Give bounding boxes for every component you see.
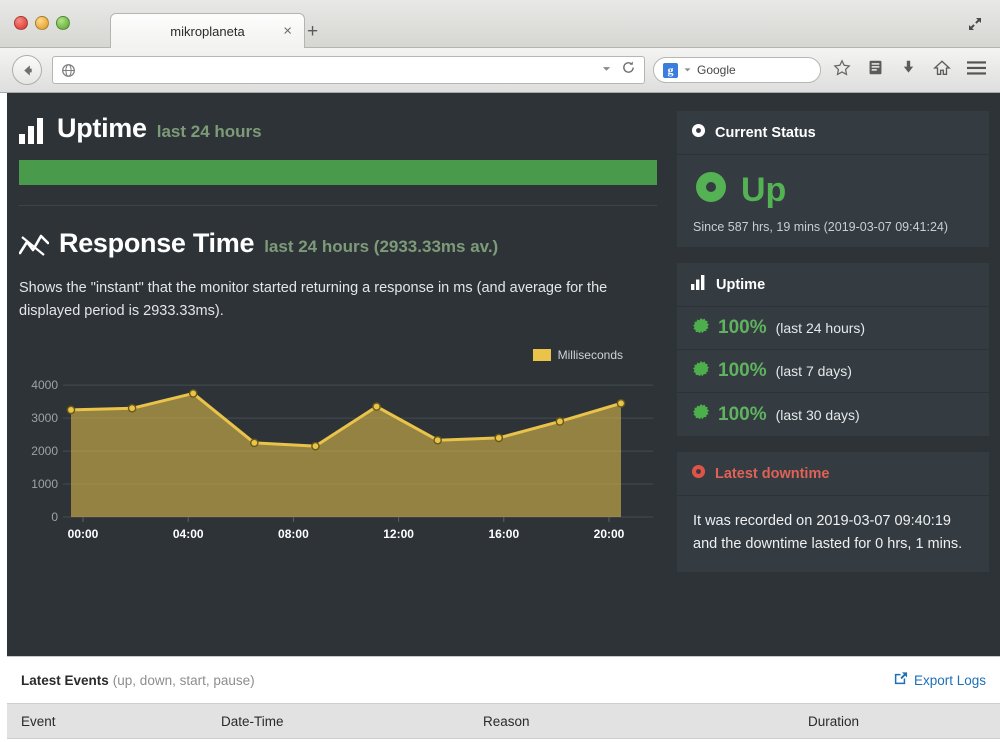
response-time-heading: Response Time last 24 hours (2933.33ms a… — [19, 228, 669, 259]
search-placeholder: Google — [697, 63, 736, 77]
uptime-row: 100% (last 30 days) — [677, 393, 989, 436]
browser-tab[interactable]: mikroplaneta × — [110, 13, 305, 48]
status-value: Up — [741, 170, 787, 209]
uptime-title: Uptime — [57, 113, 147, 143]
svg-text:16:00: 16:00 — [488, 527, 519, 541]
svg-text:3000: 3000 — [31, 411, 58, 425]
starburst-icon — [693, 317, 709, 339]
column-header-date-time[interactable]: Date-Time — [207, 714, 469, 729]
tab-title: mikroplaneta — [170, 23, 245, 39]
reader-list-icon[interactable] — [867, 59, 884, 81]
starburst-icon — [693, 404, 709, 425]
starburst-icon — [693, 360, 709, 382]
toolbar-icons — [833, 58, 986, 82]
back-arrow-icon[interactable] — [12, 55, 42, 85]
latest-downtime-title: Latest downtime — [715, 465, 830, 482]
window-controls — [14, 16, 70, 30]
dashboard: Uptime last 24 hours Response Time last … — [7, 93, 1000, 656]
bar-chart-icon — [691, 274, 707, 295]
uptime-panel: Uptime 100% (last 24 hours) 100% (last 7… — [677, 263, 989, 436]
uptime-percent: 100% — [718, 403, 767, 425]
latest-events-label: Latest Events — [21, 672, 109, 688]
latest-events-section: Latest Events (up, down, start, pause) Ex… — [7, 656, 1000, 742]
star-icon[interactable] — [833, 58, 851, 82]
uptime-heading: Uptime last 24 hours — [19, 113, 669, 144]
download-arrow-icon[interactable] — [900, 59, 917, 81]
uptime-period: (last 30 days) — [775, 406, 860, 423]
export-logs-button[interactable]: Export Logs — [893, 671, 986, 689]
globe-icon — [61, 63, 76, 78]
uptime-row: 100% (last 7 days) — [677, 350, 989, 393]
main-column: Uptime last 24 hours Response Time last … — [19, 113, 669, 549]
column-header-reason[interactable]: Reason — [469, 714, 794, 729]
record-circle-icon — [691, 123, 706, 143]
svg-text:2000: 2000 — [31, 444, 58, 458]
latest-events-header: Latest Events (up, down, start, pause) Ex… — [7, 657, 1000, 703]
google-logo-icon: g — [663, 62, 678, 78]
latest-downtime-body: It was recorded on 2019-03-07 09:40:19 a… — [693, 513, 963, 553]
svg-text:0: 0 — [51, 510, 58, 524]
current-status-header: Current Status — [677, 111, 989, 155]
status-row: Up — [693, 169, 973, 210]
address-bar-actions — [601, 60, 636, 80]
svg-text:12:00: 12:00 — [383, 527, 414, 541]
chevron-down-icon[interactable] — [601, 61, 612, 79]
status-since: Since 587 hrs, 19 mins (2019-03-07 09:41… — [693, 220, 949, 234]
response-time-description: Shows the "instant" that the monitor sta… — [19, 280, 608, 320]
close-window-button[interactable] — [14, 16, 28, 30]
page-content: Uptime last 24 hours Response Time last … — [0, 93, 1000, 742]
chart-canvas: 0 1000 2000 3000 4000 00:00 04:00 08:00 12:00 16:… — [31, 378, 653, 541]
svg-text:4000: 4000 — [31, 378, 58, 392]
uptime-subtitle: last 24 hours — [156, 122, 262, 141]
chevron-down-icon[interactable] — [683, 61, 692, 79]
svg-text:08:00: 08:00 — [278, 527, 309, 541]
svg-text:04:00: 04:00 — [173, 527, 204, 541]
new-tab-button[interactable]: + — [307, 22, 318, 41]
bar-chart-icon — [19, 118, 47, 144]
uptime-panel-title: Uptime — [716, 276, 766, 293]
current-status-panel: Current Status Up Since 587 hrs, 19 mins… — [677, 111, 989, 247]
external-link-icon — [893, 671, 908, 689]
uptime-percent: 100% — [718, 360, 767, 381]
latest-events-hint: (up, down, start, pause) — [112, 672, 255, 688]
latest-downtime-panel: Latest downtime It was recorded on 2019-… — [677, 452, 989, 573]
svg-text:00:00: 00:00 — [68, 527, 99, 541]
navigation-toolbar: g Google — [0, 48, 1000, 93]
line-chart-icon — [19, 233, 49, 259]
current-status-title: Current Status — [715, 124, 816, 141]
uptime-percent: 100% — [718, 317, 767, 338]
sidebar: Current Status Up Since 587 hrs, 19 mins… — [677, 111, 989, 588]
column-header-duration[interactable]: Duration — [794, 714, 994, 729]
uptime-row: 100% (last 24 hours) — [677, 307, 989, 350]
uptime-progress-bar — [19, 160, 657, 185]
response-time-chart: Milliseconds 0 1000 2000 3000 4000 00:00 04:00… — [19, 344, 659, 549]
latest-events-title: Latest Events (up, down, start, pause) — [21, 673, 255, 688]
maximize-icon[interactable] — [962, 11, 988, 37]
svg-text:1000: 1000 — [31, 477, 58, 491]
home-icon[interactable] — [933, 59, 951, 82]
browser-window: mikroplaneta × + g Google Uptime last 24… — [0, 0, 1000, 742]
reload-icon[interactable] — [621, 60, 636, 80]
column-header-event[interactable]: Event — [7, 714, 207, 729]
response-time-subtitle: last 24 hours (2933.33ms av.) — [264, 237, 499, 256]
uptime-period: (last 7 days) — [775, 363, 852, 379]
svg-text:20:00: 20:00 — [594, 527, 625, 541]
close-tab-icon[interactable]: × — [283, 24, 292, 39]
latest-downtime-header: Latest downtime — [677, 452, 989, 496]
export-logs-label: Export Logs — [913, 672, 986, 688]
title-bar: mikroplaneta × + — [0, 0, 1000, 48]
search-input[interactable]: g Google — [653, 57, 821, 83]
zoom-window-button[interactable] — [56, 16, 70, 30]
response-time-title: Response Time — [59, 228, 255, 258]
alert-circle-icon — [691, 464, 706, 484]
uptime-period: (last 24 hours) — [775, 320, 866, 336]
hamburger-menu-icon[interactable] — [967, 60, 986, 81]
current-status-body: Up Since 587 hrs, 19 mins (2019-03-07 09… — [677, 155, 989, 247]
up-circle-icon — [693, 169, 729, 210]
address-bar[interactable] — [52, 56, 645, 84]
section-divider — [19, 205, 657, 206]
uptime-panel-header: Uptime — [677, 263, 989, 307]
events-table-header: Event Date-Time Reason Duration — [7, 703, 1000, 739]
minimize-window-button[interactable] — [35, 16, 49, 30]
